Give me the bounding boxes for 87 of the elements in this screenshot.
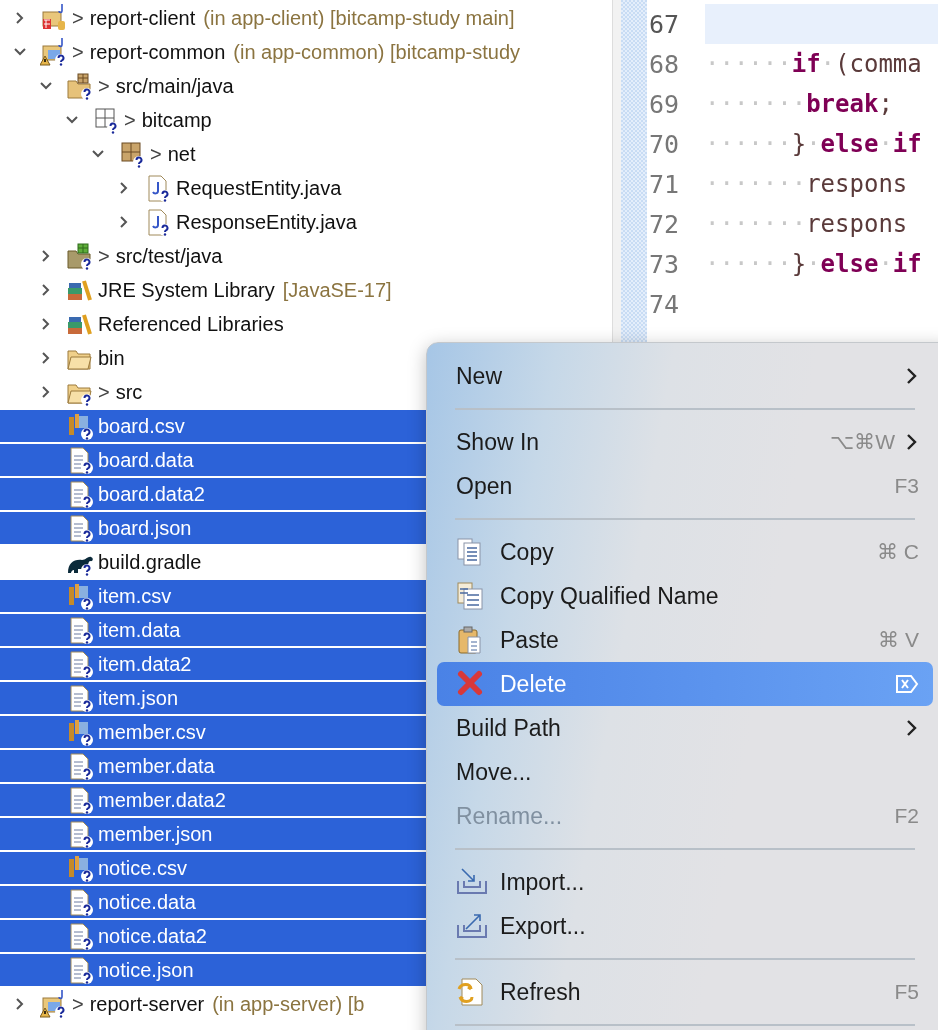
tree-item[interactable]: > bitcamp	[0, 104, 612, 136]
shortcut-label: ⌥⌘W	[830, 430, 895, 454]
spreadsheet-icon	[66, 717, 94, 747]
line-number: 74	[648, 289, 681, 319]
item-label: notice.data	[98, 890, 196, 914]
item-label: member.csv	[98, 720, 206, 744]
delete-key-icon	[895, 674, 919, 694]
folder-icon	[66, 71, 94, 101]
item-label: board.json	[98, 516, 192, 540]
item-label: item.data	[98, 618, 181, 642]
tree-item[interactable]: > report-common (in app-common) [bitcamp-study	[0, 36, 612, 68]
code-text: ······if·(comma	[705, 49, 923, 80]
import-icon	[456, 867, 488, 897]
item-label: notice.json	[98, 958, 194, 982]
item-label: build.gradle	[98, 550, 202, 574]
line-number: 69	[648, 89, 681, 119]
line-number: 70	[648, 129, 681, 159]
line-number: 68	[648, 49, 681, 79]
change-marker: >	[150, 142, 162, 166]
code-text: ······}·else·if	[705, 129, 923, 160]
repository-label: [JavaSE-17]	[282, 278, 392, 302]
change-marker: >	[72, 992, 84, 1016]
item-label: JRE System Library	[98, 278, 275, 302]
shortcut-label: ⌘ C	[877, 540, 919, 564]
item-label: RequestEntity.java	[176, 176, 342, 200]
change-marker: >	[98, 74, 110, 98]
shortcut-label: F2	[894, 804, 919, 828]
line-number: 72	[648, 209, 681, 239]
item-label: member.data2	[98, 788, 226, 812]
menu-item[interactable]: New	[437, 354, 933, 398]
item-label: report-server	[89, 992, 205, 1016]
item-label: notice.csv	[98, 856, 187, 880]
change-marker: >	[98, 244, 110, 268]
change-marker: >	[124, 108, 136, 132]
tree-item[interactable]: > src/main/java	[0, 70, 612, 102]
export-icon	[456, 911, 488, 941]
change-marker: >	[72, 6, 84, 30]
line-number: 67	[648, 9, 681, 39]
tree-item[interactable]: > net	[0, 138, 612, 170]
change-marker: >	[98, 380, 110, 404]
tree-item[interactable]: RequestEntity.java	[0, 172, 612, 204]
item-label: report-client	[89, 6, 196, 30]
item-label: src/test/java	[115, 244, 223, 268]
tree-item[interactable]: ResponseEntity.java	[0, 206, 612, 238]
code-text: ······}·else·if	[705, 249, 923, 280]
item-label: Referenced Libraries	[98, 312, 284, 336]
package-icon	[118, 139, 146, 169]
item-label: item.data2	[98, 652, 192, 676]
item-label: board.data2	[98, 482, 205, 506]
change-marker: >	[72, 40, 84, 64]
line-number: 71	[648, 169, 681, 199]
item-label: item.csv	[98, 584, 172, 608]
item-label: item.json	[98, 686, 179, 710]
spreadsheet-icon	[66, 581, 94, 611]
repository-label: (in app-common) [bitcamp-study	[233, 40, 521, 64]
item-label: bin	[98, 346, 125, 370]
spreadsheet-icon	[66, 853, 94, 883]
project-icon	[40, 989, 68, 1019]
tree-item[interactable]: JRE System Library [JavaSE-17]	[0, 274, 612, 306]
item-label: bitcamp	[141, 108, 212, 132]
item-label: net	[167, 142, 196, 166]
code-text: ·······respons	[705, 209, 909, 240]
tree-item[interactable]: > report-client (in app-client) [bitcamp-study main]	[0, 2, 612, 34]
item-label: src	[115, 380, 143, 404]
item-label: board.csv	[98, 414, 185, 438]
item-label: member.data	[98, 754, 215, 778]
package-icon	[92, 105, 120, 135]
shortcut-label: ⌘ V	[878, 628, 919, 652]
item-label: ResponseEntity.java	[176, 210, 357, 234]
project-icon	[40, 37, 68, 67]
shortcut-label: F5	[894, 980, 919, 1004]
item-label: board.data	[98, 448, 194, 472]
spreadsheet-icon	[66, 411, 94, 441]
repository-label: (in app-client) [bitcamp-study main]	[203, 6, 515, 30]
tree-item[interactable]: Referenced Libraries	[0, 308, 612, 340]
line-number: 73	[648, 249, 681, 279]
folder-icon	[66, 241, 94, 271]
tree-item[interactable]: > src/test/java	[0, 240, 612, 272]
code-text: ·······break;	[705, 89, 894, 120]
code-text: ·······respons	[705, 169, 909, 200]
repository-label: (in app-server) [b	[212, 992, 365, 1016]
item-label: report-common	[89, 40, 226, 64]
item-label: member.json	[98, 822, 213, 846]
project-icon	[40, 3, 68, 33]
item-label: notice.data2	[98, 924, 207, 948]
item-label: src/main/java	[115, 74, 234, 98]
shortcut-label: F3	[894, 474, 919, 498]
